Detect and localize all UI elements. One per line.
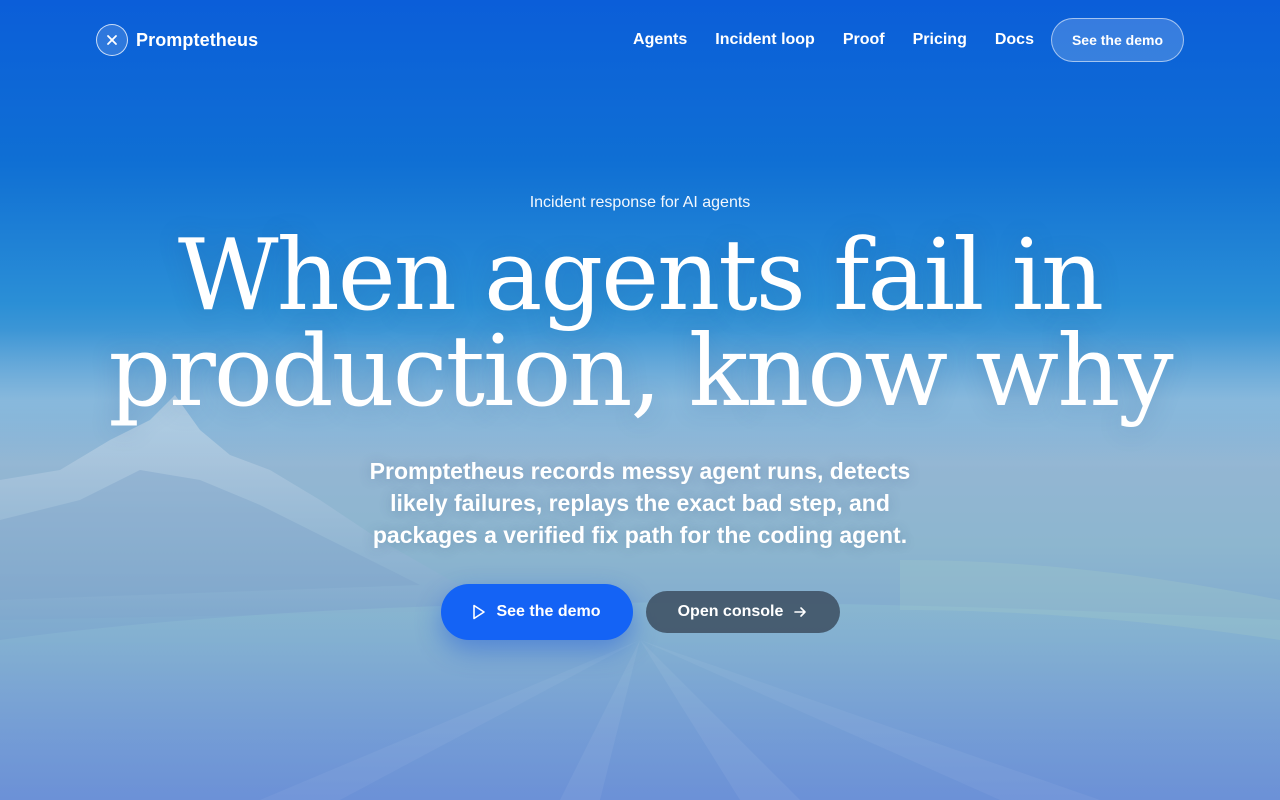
brand[interactable]: Promptetheus [96, 24, 258, 56]
open-console-label: Open console [677, 603, 784, 620]
nav-links: Agents Incident loop Proof Pricing Docs [633, 31, 1034, 49]
nav-link-pricing[interactable]: Pricing [913, 31, 967, 49]
see-demo-button[interactable]: See the demo [440, 584, 633, 640]
nav-see-demo-button[interactable]: See the demo [1050, 18, 1184, 62]
hero-headline: When agents fail in production, know why [0, 219, 1280, 429]
arrow-right-icon [793, 605, 807, 619]
sparkle-icon [96, 24, 128, 56]
nav-link-incident-loop[interactable]: Incident loop [715, 31, 815, 49]
nav-link-agents[interactable]: Agents [633, 31, 687, 49]
nav-link-proof[interactable]: Proof [843, 31, 885, 49]
hero-subtitle: Promptetheus records messy agent runs, d… [369, 458, 911, 548]
hero-eyebrow: Incident response for AI agents [529, 194, 751, 211]
hero-actions: See the demo Open console [0, 584, 1280, 640]
hero-headline-line-2: production, know why [108, 315, 1173, 429]
see-demo-label: See the demo [496, 603, 601, 620]
open-console-button[interactable]: Open console [645, 591, 840, 633]
nav-link-docs[interactable]: Docs [995, 31, 1034, 49]
hero-headline-line-1: When agents fail in [177, 219, 1104, 333]
top-navigation: Promptetheus Agents Incident loop Proof … [96, 18, 1184, 62]
brand-name: Promptetheus [136, 29, 259, 50]
play-icon [472, 604, 486, 620]
